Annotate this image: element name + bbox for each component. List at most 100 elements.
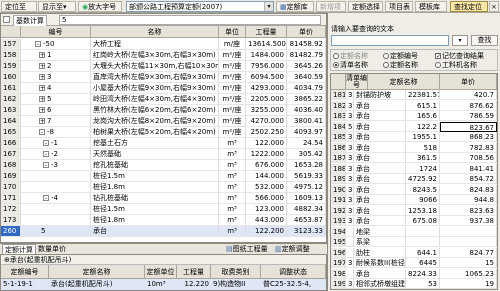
collapse-icon[interactable]: - bbox=[43, 151, 49, 158]
collapse-icon[interactable]: - bbox=[43, 195, 49, 202]
collapse-icon[interactable]: - bbox=[43, 140, 49, 147]
price-cell: 4034.79 bbox=[287, 83, 326, 94]
result-code: 3 bbox=[346, 132, 354, 142]
tab-qty-unit[interactable]: 数量单价 bbox=[36, 244, 68, 254]
result-row[interactable]: 185 3 承台 1955.1 868.23 bbox=[331, 132, 497, 142]
drawing-qty-button[interactable]: ▤图纸工程量 bbox=[226, 244, 268, 254]
result-row[interactable]: 188 3 承台 1724 841.41 bbox=[331, 163, 497, 174]
table-row[interactable]: 162 +5 岭田湾大桥(左幅4×30m,右幅4×30m) m²/座 2205.000 3… bbox=[1, 94, 326, 105]
result-row[interactable]: 183 3 承台 165.6 786.59 bbox=[331, 111, 497, 121]
col-header-name[interactable]: 名称 bbox=[91, 26, 219, 38]
formula-input[interactable]: 5 bbox=[59, 15, 321, 25]
result-row[interactable]: 181 3 封锚防护坡 22381.57 420.7 bbox=[331, 90, 497, 100]
tab-quota-calc[interactable]: 定额计算 bbox=[2, 244, 36, 254]
col-header-price[interactable]: 单价 bbox=[287, 26, 326, 38]
result-row[interactable]: 195 系梁 bbox=[331, 237, 497, 247]
detail-col-unit[interactable]: 定额单位 bbox=[145, 265, 177, 279]
item-table-button[interactable]: 项目表 bbox=[385, 1, 413, 12]
opt-name-radio[interactable]: 定额名称 bbox=[333, 52, 368, 61]
quota-select-button[interactable]: 定额选择 bbox=[348, 1, 383, 12]
table-row[interactable]: 160 +3 直岸湾大桥(左幅9×30m,右幅9×30m) m²/座 6094.500 3… bbox=[1, 72, 326, 83]
add-item-button[interactable]: 新增项 bbox=[316, 1, 346, 12]
table-row[interactable]: 161 +4 小屋基大桥(左幅9×30m,右幅9×30m) m²/座 4293.000 4… bbox=[1, 83, 326, 94]
col-header-qty[interactable]: 工程量 bbox=[246, 26, 287, 38]
checkbox-icon[interactable] bbox=[3, 16, 10, 23]
detail-col-fee[interactable]: 取费类别 bbox=[211, 265, 261, 279]
table-row[interactable]: 165- -8 柏树果大桥(左幅5×20m,右幅4×20m) m²/座 2502.250… bbox=[1, 127, 326, 138]
result-row[interactable]: 186 3 承台 518 782.83 bbox=[331, 142, 497, 153]
drawing-icon: ▤ bbox=[226, 245, 233, 253]
quota-adjust-button[interactable]: ▥定额调整 bbox=[275, 244, 310, 254]
find-locate-button[interactable]: 查找定位 bbox=[450, 1, 488, 12]
table-row[interactable]: 163 +6 黑竹林大桥(左幅6×20m,右幅6×20m) m²/座 3255.000 4… bbox=[1, 105, 326, 116]
result-row[interactable]: 187 3 承台 361.5 708.56 bbox=[331, 153, 497, 163]
opt-list-name-radio[interactable]: 清单名称 bbox=[333, 61, 368, 70]
expand-icon[interactable]: + bbox=[39, 85, 45, 92]
result-row[interactable]: 190 3 承台 8243.5 824.83 bbox=[331, 184, 497, 195]
detail-col-adjust[interactable]: 调整状态 bbox=[261, 265, 326, 279]
opt-work-name-radio[interactable]: 工料机名称 bbox=[435, 61, 477, 70]
results-col-quota-name[interactable]: 定额名称 bbox=[368, 74, 440, 90]
result-row[interactable]: 193 3 承台 675.08 937.38 bbox=[331, 216, 497, 226]
search-input[interactable] bbox=[331, 35, 449, 46]
collapse-icon[interactable]: - bbox=[35, 41, 41, 48]
table-row[interactable]: 164 +7 龙岗沟大桥(左幅8×20m,右幅9×20m) m²/座 4270.000 3… bbox=[1, 116, 326, 127]
table-row[interactable]: 169 桩径1.5m m³ 144.000 5619.33 bbox=[1, 171, 326, 182]
result-row[interactable]: 198 承台 8224.33 1065.23 bbox=[331, 268, 497, 279]
expand-icon[interactable]: + bbox=[39, 63, 45, 70]
result-price bbox=[440, 226, 497, 237]
table-row[interactable]: 171- -4 钻孔桩基础 m³ 566.000 1609.13 bbox=[1, 193, 326, 204]
result-row[interactable]: 1973耐候系数II(桩径4.0m,延长)644515 bbox=[331, 258, 497, 268]
opt-memory-checkbox[interactable]: ✓记忆查询结果 bbox=[435, 52, 484, 61]
table-row[interactable]: 172 桩径1.5m m³ 123.000 4882.34 bbox=[1, 204, 326, 215]
locate-to-button[interactable]: 定位至 bbox=[1, 1, 37, 12]
quota-library-button[interactable]: ▦定额库 bbox=[276, 1, 314, 12]
expand-icon[interactable]: + bbox=[39, 96, 45, 103]
table-row[interactable]: 159 +2 大堰头大桥(左幅11×30m,右幅10×30m) m²/座 7956.00… bbox=[1, 61, 326, 72]
table-row[interactable]: 157- -50 大桥工程 m/座 13614.500 81458.92 bbox=[1, 39, 326, 50]
result-row[interactable]: 184 5 承台 122.2 823.67 bbox=[331, 121, 497, 132]
template-library-button[interactable]: 模板库 bbox=[415, 1, 447, 12]
quota-book-select[interactable]: 部颁公路工程预算定额(2007) ▾ bbox=[126, 1, 274, 12]
unit-cell: m³ bbox=[219, 182, 246, 193]
detail-col-qty[interactable]: 工程量 bbox=[177, 265, 211, 279]
table-row[interactable]: 166- -1 挖基土石方 m³ 122.000 24.54 bbox=[1, 138, 326, 149]
result-row[interactable]: 182 3 承台 615.1 876.62 bbox=[331, 100, 497, 111]
expand-icon[interactable]: + bbox=[39, 74, 45, 81]
expand-icon[interactable]: + bbox=[39, 118, 45, 125]
result-row[interactable]: 1993相邻式桥墩组建桥梁上下5319 bbox=[331, 279, 497, 289]
table-row[interactable]: 168- -3 挖孔桩基础 m³ 676.000 1653.28 bbox=[1, 160, 326, 171]
detail-col-name[interactable]: 定额名称 bbox=[49, 265, 145, 279]
expand-icon[interactable]: + bbox=[39, 107, 45, 114]
table-row[interactable]: 170 桩径1.8m m³ 532.000 4975.12 bbox=[1, 182, 326, 193]
result-row[interactable]: 189 3 承台 4725.92 854.72 bbox=[331, 174, 497, 184]
result-row[interactable]: 191 3 承台 9066 944.8 bbox=[331, 195, 497, 205]
col-header-unit[interactable]: 单位 bbox=[219, 26, 246, 38]
table-row[interactable]: 167- -2 天然基础 m³ 1222.000 305.42 bbox=[1, 149, 326, 160]
detail-row[interactable]: 5-1-19-1 承台(起重机配吊斗) 10m³ 12.220 9)构造物II … bbox=[1, 279, 326, 290]
find-button[interactable]: 查找 bbox=[471, 35, 498, 46]
result-row-number: 188 bbox=[331, 163, 346, 174]
table-row[interactable]: 158 +1 红岗岭大桥(左幅3×30m,右幅3×30m) m²/座 1484.000 8… bbox=[1, 50, 326, 61]
close-icon[interactable]: × bbox=[489, 1, 499, 12]
col-header-code[interactable]: 编号 bbox=[21, 26, 91, 38]
opt-code-radio[interactable]: 定额编号 bbox=[383, 52, 418, 61]
result-row[interactable]: 196 肋柱 644.1 824.77 bbox=[331, 247, 497, 258]
collapse-icon[interactable]: - bbox=[43, 162, 49, 169]
name-cell: 桩径1.8m bbox=[91, 182, 219, 193]
collapse-icon[interactable]: - bbox=[39, 129, 45, 136]
opt-quota-name-radio[interactable]: 定额名称 bbox=[383, 61, 418, 70]
show-to-button[interactable]: 显示至▾ bbox=[38, 1, 76, 12]
table-row[interactable]: 173 桩径1.8m m³ 443.000 4653.87 bbox=[1, 215, 326, 226]
expand-icon[interactable]: + bbox=[39, 52, 45, 59]
zoom-font-button[interactable]: ◉放大字号 bbox=[78, 1, 122, 12]
result-code: 3 bbox=[346, 90, 354, 100]
table-row[interactable]: 260 5 承台 m³ 122.200 3123.33 bbox=[1, 226, 326, 237]
dropdown-icon[interactable]: ▾ bbox=[452, 35, 468, 46]
code-cell: - -3 bbox=[21, 160, 91, 171]
result-row[interactable]: 192 3 承台 1253.18 823.63 bbox=[331, 205, 497, 216]
results-col-list-code[interactable]: 清单编号 bbox=[346, 74, 368, 90]
results-col-price[interactable]: 单价 bbox=[440, 74, 497, 90]
result-row[interactable]: 194 地梁 bbox=[331, 226, 497, 237]
detail-col-code[interactable]: 定额编号 bbox=[1, 265, 49, 279]
